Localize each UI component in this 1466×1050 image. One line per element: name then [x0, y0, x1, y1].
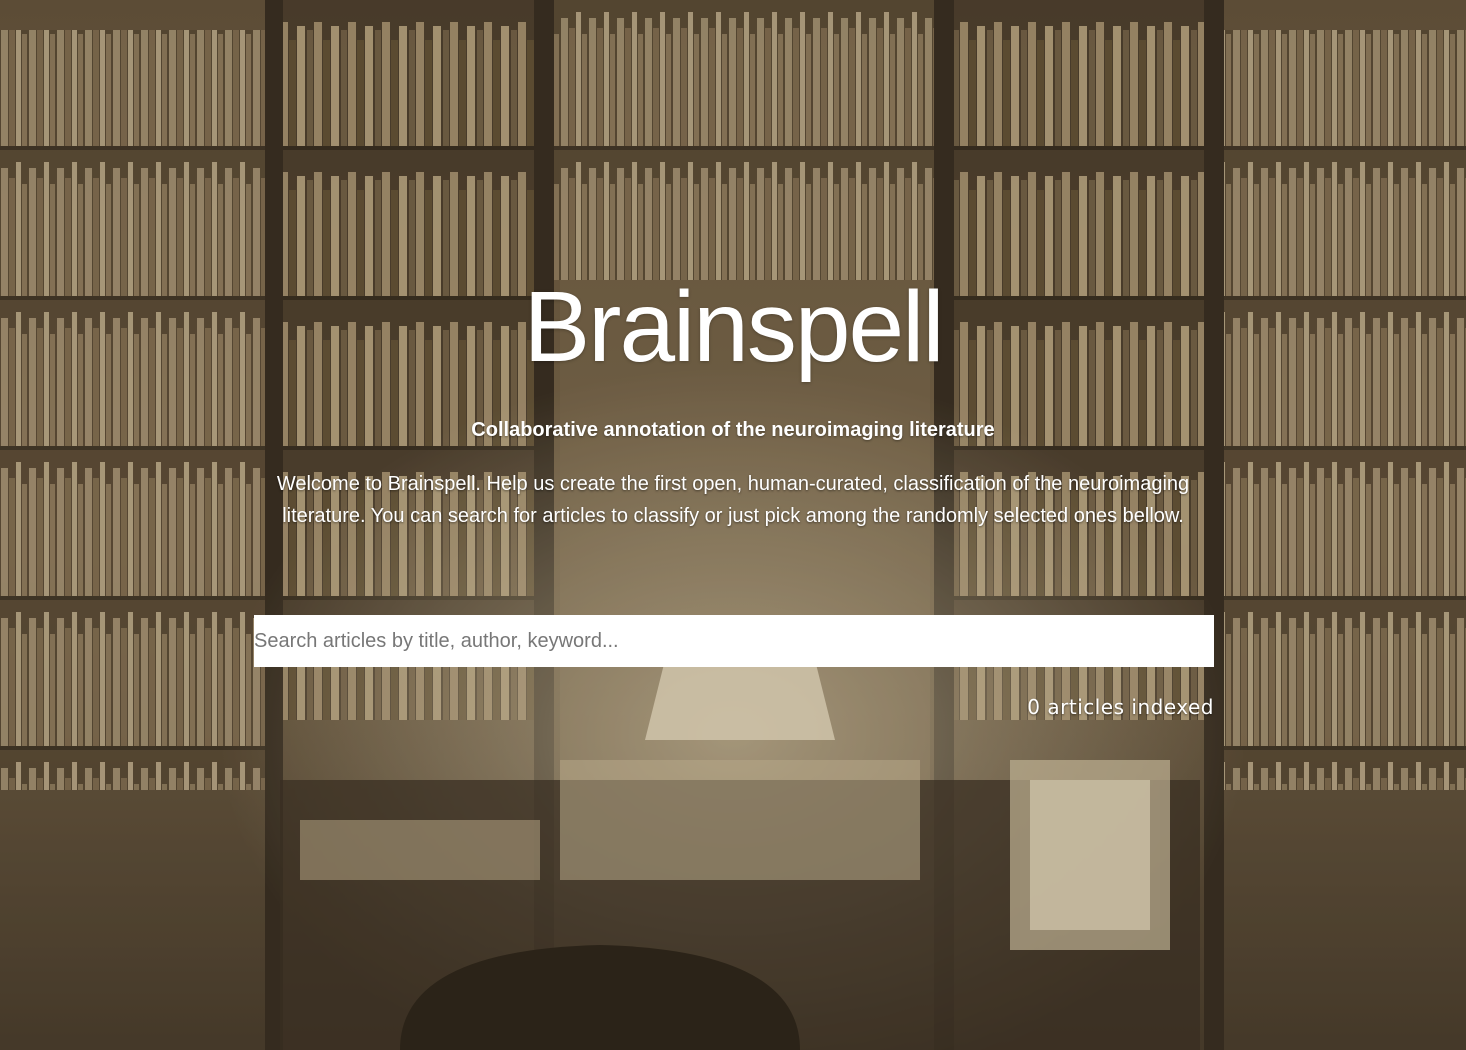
articles-indexed-count: 0 articles indexed: [1027, 695, 1214, 719]
hero: Brainspell Collaborative annotation of t…: [0, 0, 1466, 1050]
page-title: Brainspell: [523, 271, 944, 383]
tagline: Collaborative annotation of the neuroima…: [471, 419, 995, 441]
welcome-text: Welcome to Brainspell. Help us create th…: [276, 473, 1190, 527]
search-input[interactable]: [254, 615, 1214, 667]
